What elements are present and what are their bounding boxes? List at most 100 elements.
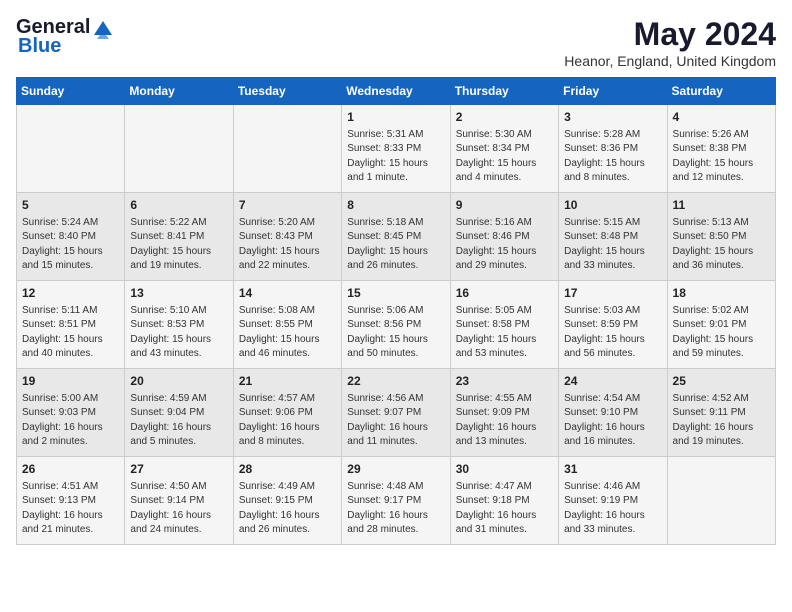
cell-content-line: and 56 minutes. [564,347,661,362]
calendar-cell: 14Sunrise: 5:08 AMSunset: 8:55 PMDayligh… [233,281,341,369]
day-number: 9 [456,197,553,214]
calendar-cell: 21Sunrise: 4:57 AMSunset: 9:06 PMDayligh… [233,369,341,457]
weekday-header-friday: Friday [559,78,667,105]
cell-content-line: Daylight: 15 hours [347,157,444,172]
cell-content-line: and 36 minutes. [673,259,770,274]
cell-content-line: Sunset: 8:58 PM [456,318,553,333]
location-subtitle: Heanor, England, United Kingdom [564,53,776,69]
cell-content-line: Sunrise: 5:31 AM [347,128,444,143]
cell-content-line: Sunset: 8:34 PM [456,142,553,157]
calendar-cell: 9Sunrise: 5:16 AMSunset: 8:46 PMDaylight… [450,193,558,281]
cell-content-line: and 16 minutes. [564,435,661,450]
cell-content-line: Daylight: 16 hours [22,509,119,524]
logo: General Blue [16,16,114,58]
calendar-cell: 29Sunrise: 4:48 AMSunset: 9:17 PMDayligh… [342,457,450,545]
cell-content-line: and 12 minutes. [673,171,770,186]
calendar-cell: 20Sunrise: 4:59 AMSunset: 9:04 PMDayligh… [125,369,233,457]
cell-content-line: Daylight: 16 hours [347,509,444,524]
cell-content-line: Daylight: 16 hours [673,421,770,436]
calendar-cell: 5Sunrise: 5:24 AMSunset: 8:40 PMDaylight… [17,193,125,281]
calendar-week-row: 19Sunrise: 5:00 AMSunset: 9:03 PMDayligh… [17,369,776,457]
cell-content-line: Sunset: 9:11 PM [673,406,770,421]
cell-content-line: Sunrise: 5:08 AM [239,304,336,319]
cell-content-line: Sunset: 9:03 PM [22,406,119,421]
cell-content-line: Daylight: 15 hours [456,157,553,172]
cell-content-line: Daylight: 15 hours [239,333,336,348]
day-number: 23 [456,373,553,390]
cell-content-line: and 8 minutes. [564,171,661,186]
calendar-cell [125,105,233,193]
day-number: 25 [673,373,770,390]
cell-content-line: Daylight: 15 hours [456,245,553,260]
cell-content-line: Sunset: 8:59 PM [564,318,661,333]
cell-content-line: Sunrise: 5:00 AM [22,392,119,407]
cell-content-line: Sunrise: 4:49 AM [239,480,336,495]
cell-content-line: Sunrise: 4:47 AM [456,480,553,495]
cell-content-line: Sunrise: 5:18 AM [347,216,444,231]
calendar-cell: 2Sunrise: 5:30 AMSunset: 8:34 PMDaylight… [450,105,558,193]
day-number: 15 [347,285,444,302]
cell-content-line: Daylight: 15 hours [456,333,553,348]
calendar-cell: 12Sunrise: 5:11 AMSunset: 8:51 PMDayligh… [17,281,125,369]
cell-content-line: Sunset: 9:09 PM [456,406,553,421]
day-number: 17 [564,285,661,302]
cell-content-line: and 8 minutes. [239,435,336,450]
calendar-cell: 28Sunrise: 4:49 AMSunset: 9:15 PMDayligh… [233,457,341,545]
calendar-cell: 4Sunrise: 5:26 AMSunset: 8:38 PMDaylight… [667,105,775,193]
logo-blue: Blue [18,35,61,58]
page-header: General Blue May 2024 Heanor, England, U… [16,16,776,69]
calendar-week-row: 26Sunrise: 4:51 AMSunset: 9:13 PMDayligh… [17,457,776,545]
calendar-cell: 19 Sunrise: 5:00 AMSunset: 9:03 PMDayligh… [17,369,125,457]
day-number: 31 [564,461,661,478]
calendar-cell: 30Sunrise: 4:47 AMSunset: 9:18 PMDayligh… [450,457,558,545]
cell-content-line: Daylight: 15 hours [239,245,336,260]
cell-content-line: Sunrise: 4:59 AM [130,392,227,407]
cell-content-line: Daylight: 15 hours [673,333,770,348]
cell-content-line: and 29 minutes. [456,259,553,274]
cell-content-line: Sunrise: 4:56 AM [347,392,444,407]
cell-content-line: and 2 minutes. [22,435,119,450]
cell-content-line: Daylight: 16 hours [347,421,444,436]
cell-content-line: Sunrise: 5:02 AM [673,304,770,319]
calendar-cell: 8Sunrise: 5:18 AMSunset: 8:45 PMDaylight… [342,193,450,281]
calendar-cell [233,105,341,193]
cell-content-line: Sunset: 9:13 PM [22,494,119,509]
calendar-cell: 16Sunrise: 5:05 AMSunset: 8:58 PMDayligh… [450,281,558,369]
calendar-header-row: SundayMondayTuesdayWednesdayThursdayFrid… [17,78,776,105]
calendar-cell: 18Sunrise: 5:02 AMSunset: 9:01 PMDayligh… [667,281,775,369]
cell-content-line: Sunrise: 5:05 AM [456,304,553,319]
calendar-cell: 15Sunrise: 5:06 AMSunset: 8:56 PMDayligh… [342,281,450,369]
cell-content-line: Sunset: 9:07 PM [347,406,444,421]
day-number: 13 [130,285,227,302]
weekday-header-monday: Monday [125,78,233,105]
cell-content-line: Daylight: 16 hours [564,509,661,524]
day-number: 20 [130,373,227,390]
day-number: 4 [673,109,770,126]
day-number: 14 [239,285,336,302]
cell-content-line: Sunrise: 4:50 AM [130,480,227,495]
cell-content-line: Sunrise: 4:46 AM [564,480,661,495]
calendar-cell: 22 Sunrise: 4:56 AMSunset: 9:07 PMDayligh… [342,369,450,457]
cell-content-line: Sunset: 8:43 PM [239,230,336,245]
day-number: 1 [347,109,444,126]
cell-content-line: Daylight: 16 hours [239,421,336,436]
cell-content-line: and 11 minutes. [347,435,444,450]
day-number: 19 [22,373,119,390]
cell-content-line: Sunrise: 5:06 AM [347,304,444,319]
calendar-cell [17,105,125,193]
cell-content-line: Daylight: 16 hours [564,421,661,436]
cell-content-line: and 21 minutes. [22,523,119,538]
cell-content-line: and 53 minutes. [456,347,553,362]
calendar-cell: 11Sunrise: 5:13 AMSunset: 8:50 PMDayligh… [667,193,775,281]
cell-content-line: Daylight: 16 hours [22,421,119,436]
day-number: 27 [130,461,227,478]
day-number: 22 [347,373,444,390]
weekday-header-sunday: Sunday [17,78,125,105]
cell-content-line: Daylight: 15 hours [22,333,119,348]
day-number: 21 [239,373,336,390]
cell-content-line: Sunrise: 5:11 AM [22,304,119,319]
weekday-header-tuesday: Tuesday [233,78,341,105]
cell-content-line: Sunset: 8:56 PM [347,318,444,333]
cell-content-line: Sunrise: 4:48 AM [347,480,444,495]
calendar-cell: 6Sunrise: 5:22 AMSunset: 8:41 PMDaylight… [125,193,233,281]
